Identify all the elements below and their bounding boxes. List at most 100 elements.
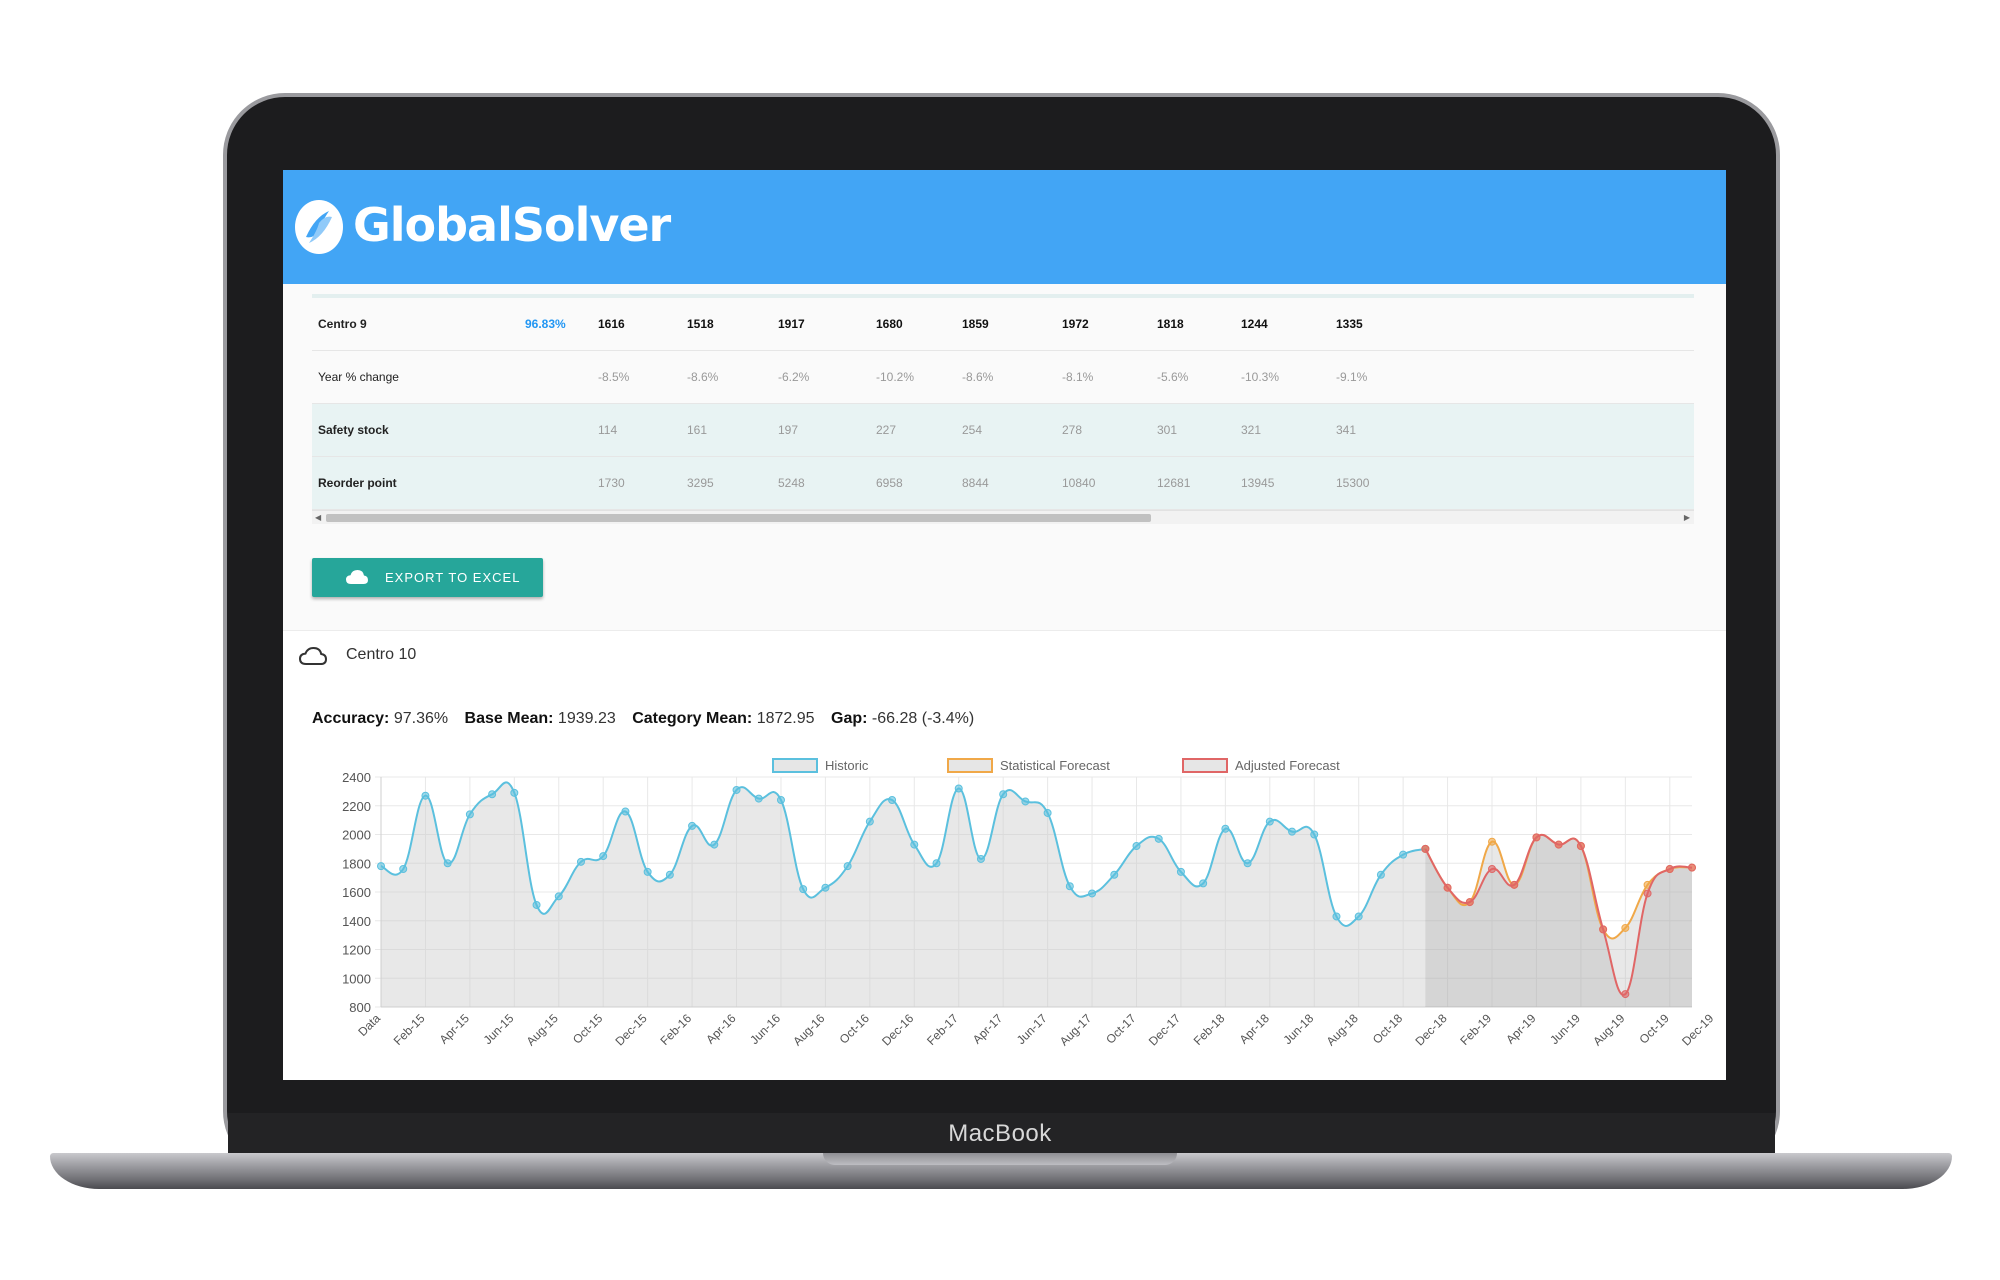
x-tick-label: Apr-17: [970, 1011, 1006, 1047]
y-tick-label: 2400: [342, 770, 371, 785]
table-cell: -10.2%: [876, 370, 915, 384]
accuracy-value: 96.83%: [525, 317, 566, 331]
data-point: [732, 785, 741, 794]
logo-icon: [295, 200, 343, 254]
data-point: [554, 892, 563, 901]
data-point: [1465, 898, 1474, 907]
app-name: GlobalSolver: [353, 198, 671, 252]
main-content: Centro 9 96.83% 1616 1518 1917 1680 1859…: [283, 284, 1726, 1080]
scroll-thumb[interactable]: [326, 514, 1151, 522]
data-point: [377, 862, 385, 871]
scroll-left-icon[interactable]: ◀: [315, 513, 321, 522]
x-tick-label: Oct-17: [1103, 1011, 1139, 1047]
data-point: [465, 810, 474, 819]
horizontal-scrollbar[interactable]: ◀ ▶: [312, 510, 1694, 524]
x-tick-label: Dec-19: [1679, 1011, 1716, 1048]
app-header: GlobalSolver: [283, 170, 1726, 284]
section-header[interactable]: Centro 10: [283, 630, 1726, 682]
table-cell: 197: [778, 423, 799, 437]
y-tick-label: 1400: [342, 914, 371, 929]
x-tick-label: Jun-19: [1547, 1011, 1583, 1047]
data-point: [1643, 889, 1652, 898]
section-title: Centro 10: [346, 646, 417, 663]
data-point: [1443, 883, 1452, 892]
data-point: [1488, 837, 1497, 846]
x-tick-label: Oct-18: [1370, 1011, 1406, 1047]
legend-swatch: [1182, 758, 1228, 773]
x-tick-label: Aug-17: [1057, 1011, 1094, 1048]
data-point: [1288, 827, 1297, 836]
data-point: [799, 885, 808, 894]
x-tick-label: Apr-16: [703, 1011, 739, 1047]
row-label: Year % change: [318, 370, 399, 384]
y-tick-label: 2000: [342, 828, 371, 843]
data-point: [488, 790, 497, 799]
x-tick-label: Feb-15: [391, 1011, 428, 1048]
data-point: [1154, 834, 1163, 843]
table-cell: 12681: [1157, 476, 1191, 490]
table-row: Year % change -8.5% -8.6% -6.2% -10.2% -…: [312, 351, 1694, 404]
table-cell: -10.3%: [1241, 370, 1280, 384]
y-tick-label: 800: [349, 1000, 371, 1015]
row-label: Reorder point: [318, 476, 397, 490]
data-point: [1221, 824, 1230, 833]
data-point: [932, 859, 941, 868]
y-tick-label: 2200: [342, 799, 371, 814]
data-point: [1532, 833, 1541, 842]
data-point: [576, 857, 585, 866]
export-to-excel-button[interactable]: EXPORT TO EXCEL: [312, 558, 543, 597]
table-cell: 10840: [1062, 476, 1096, 490]
table-cell: 13945: [1241, 476, 1275, 490]
chart-panel: Accuracy: 97.36% Base Mean: 1939.23 Cate…: [283, 681, 1726, 1080]
data-point: [1599, 925, 1608, 934]
table-cell: 6958: [876, 476, 903, 490]
data-point: [754, 794, 763, 803]
data-point: [1576, 842, 1585, 850]
data-point: [1554, 840, 1563, 849]
x-tick-label: Dec-15: [613, 1011, 650, 1048]
data-point: [510, 788, 519, 797]
data-table: Centro 9 96.83% 1616 1518 1917 1680 1859…: [312, 294, 1694, 524]
data-point: [776, 796, 785, 804]
scroll-right-icon[interactable]: ▶: [1684, 513, 1690, 522]
table-cell: 114: [598, 423, 618, 437]
x-tick-label: Aug-16: [790, 1011, 827, 1048]
table-cell: 1859: [962, 317, 989, 331]
series-area: [381, 782, 1426, 1007]
x-tick-label: Dec-18: [1412, 1011, 1449, 1048]
x-tick-label: Oct-16: [837, 1011, 873, 1047]
data-point: [976, 854, 985, 863]
x-tick-label: Feb-17: [924, 1011, 961, 1048]
data-point: [1510, 880, 1519, 889]
data-point: [1199, 879, 1208, 888]
export-button-label: EXPORT TO EXCEL: [385, 570, 521, 585]
data-point: [821, 883, 830, 892]
series-area: [1425, 834, 1692, 1007]
table-cell: 254: [962, 423, 983, 437]
table-cell: 227: [876, 423, 897, 437]
laptop-notch: [823, 1153, 1177, 1165]
x-tick-label: Dec-16: [879, 1011, 916, 1048]
x-tick-label: Feb-16: [657, 1011, 694, 1048]
y-tick-label: 1800: [342, 856, 371, 871]
y-tick-label: 1200: [342, 943, 371, 958]
data-point: [1065, 882, 1074, 891]
table-cell: -8.6%: [962, 370, 994, 384]
x-tick-label: Feb-19: [1457, 1011, 1494, 1048]
table-cell: 301: [1157, 423, 1178, 437]
table-cell: -5.6%: [1157, 370, 1189, 384]
table-cell: 15300: [1336, 476, 1370, 490]
x-tick-label: Data: [355, 1011, 383, 1039]
x-tick-label: Jun-18: [1281, 1011, 1317, 1047]
data-point: [1688, 863, 1696, 872]
data-point: [1621, 990, 1630, 999]
screen: GlobalSolver Centro 9 96.83% 1616 1518 1…: [283, 170, 1726, 1080]
data-point: [599, 852, 608, 861]
table-cell: 1244: [1241, 317, 1268, 331]
table-cell: 1972: [1062, 317, 1089, 331]
forecast-chart: Historic Statistical Forecast Adjusted For…: [342, 758, 1717, 1048]
data-point: [1354, 912, 1363, 921]
data-point: [865, 817, 874, 826]
table-row: Reorder point 1730 3295 5248 6958 8844 1…: [312, 457, 1694, 510]
data-point: [1132, 842, 1141, 850]
